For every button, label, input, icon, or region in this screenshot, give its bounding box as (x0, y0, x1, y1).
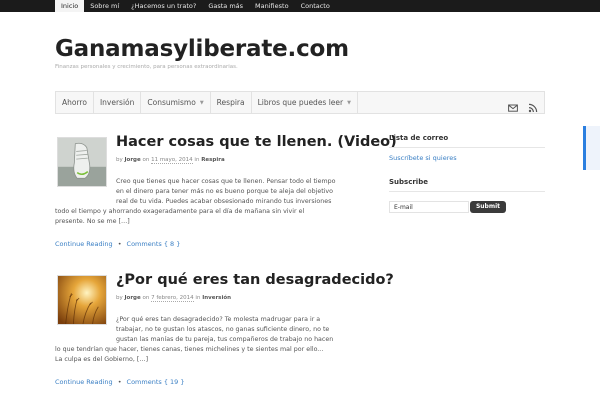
post-excerpt-line: La culpa es del Gobierno, […] (55, 356, 149, 363)
separator-bullet: • (117, 378, 122, 386)
widget-title-subscribe: Subscribe (389, 178, 428, 186)
chevron-down-icon: ▼ (347, 99, 351, 106)
post-thumbnail[interactable] (57, 275, 107, 325)
rss-icon[interactable] (528, 98, 538, 112)
post-excerpt-line: real de tu vida. Puedes acabar obsesiona… (116, 198, 332, 205)
post-meta: by Jorge on 11 mayo, 2014 in Respira (116, 157, 225, 164)
continue-reading-link[interactable]: Continue Reading (55, 240, 113, 248)
post-excerpt-line: todo el tiempo y ahorrando exageradament… (55, 208, 305, 215)
continue-reading-link[interactable]: Continue Reading (55, 378, 113, 386)
meta-in: in (194, 157, 200, 163)
topnav-gasta-mas[interactable]: Gasta más (202, 0, 249, 12)
post-excerpt-line: gustan las manías de tu pareja, tus comp… (116, 336, 334, 343)
meta-in: in (195, 295, 201, 301)
submit-button[interactable]: Submit (470, 201, 506, 213)
post-excerpt-line: lo que tendrían que hacer, tienes canas,… (55, 346, 324, 353)
email-field[interactable] (389, 201, 469, 213)
topnav-sobre-mi[interactable]: Sobre mí (84, 0, 125, 12)
comments-link[interactable]: Comments { 19 } (127, 378, 185, 386)
comments-link[interactable]: Comments { 8 } (127, 240, 181, 248)
nav-item-consumismo[interactable]: Consumismo ▼ (141, 92, 211, 113)
nav-item-label: Ahorro (62, 98, 87, 107)
topnav-inicio[interactable]: Inicio (55, 0, 85, 12)
nav-item-label: Respira (216, 98, 245, 107)
post-links: Continue Reading • Comments { 19 } (55, 378, 185, 386)
widget-title-mailing-list: Lista de correo (389, 134, 449, 142)
top-navigation-bar: Inicio Sobre mí ¿Hacemos un trato? Gasta… (0, 0, 600, 12)
meta-by: by (116, 157, 123, 163)
mail-icon[interactable] (508, 98, 518, 112)
widget-divider (389, 147, 545, 148)
site-tagline: Finanzas personales y crecimiento, para … (55, 64, 238, 70)
topnav-hacemos-un-trato[interactable]: ¿Hacemos un trato? (125, 0, 202, 12)
post-links: Continue Reading • Comments { 8 } (55, 240, 180, 248)
nav-item-label: Inversión (99, 98, 135, 107)
nav-item-label: Libros que puedes leer (257, 98, 344, 107)
post-category[interactable]: Inversión (202, 295, 231, 301)
nav-item-libros[interactable]: Libros que puedes leer ▼ (252, 92, 358, 113)
post-excerpt-line: Creo que tienes que hacer cosas que te l… (116, 178, 336, 185)
post-author[interactable]: Jorge (125, 295, 141, 301)
post-excerpt-line: ¿Por qué eres tan desagradecido? Te mole… (116, 316, 321, 323)
topnav-contacto[interactable]: Contacto (295, 0, 336, 12)
nav-item-ahorro[interactable]: Ahorro (56, 92, 94, 113)
post-excerpt-line: presente. No se me […] (55, 218, 130, 225)
post-excerpt-line: en el dinero para tener más no es bueno … (116, 188, 334, 195)
post-excerpt-line: trabajar, no te gustan los atascos, no g… (116, 326, 330, 333)
post-title[interactable]: ¿Por qué eres tan desagradecido? (116, 272, 394, 288)
topnav-manifiesto[interactable]: Manifiesto (249, 0, 295, 12)
meta-by: by (116, 295, 123, 301)
post-date: 7 febrero, 2014 (151, 295, 194, 302)
subscribe-link[interactable]: Suscríbete si quieres (389, 154, 457, 162)
separator-bullet: • (117, 240, 122, 248)
nav-item-respira[interactable]: Respira (211, 92, 252, 113)
meta-on: on (142, 295, 150, 301)
nav-item-inversion[interactable]: Inversión (94, 92, 142, 113)
widget-divider (389, 191, 545, 192)
chevron-down-icon: ▼ (199, 99, 204, 106)
post-article: ¿Por qué eres tan desagradecido? by Jorg… (55, 270, 394, 390)
post-author[interactable]: Jorge (125, 157, 141, 163)
post-meta: by Jorge on 7 febrero, 2014 in Inversión (116, 295, 231, 302)
post-article: Hacer cosas que te llenen. (Video) by Jo… (55, 132, 397, 252)
post-date: 11 mayo, 2014 (151, 157, 193, 164)
floating-side-badge[interactable] (583, 126, 600, 170)
post-title[interactable]: Hacer cosas que te llenen. (Video) (116, 134, 397, 150)
main-navigation: Ahorro Inversión Consumismo ▼ Respira Lib… (55, 91, 545, 114)
nav-item-label: Consumismo (147, 98, 196, 107)
site-title[interactable]: Ganamasyliberate.com (55, 36, 349, 62)
meta-on: on (142, 157, 150, 163)
post-category[interactable]: Respira (201, 157, 225, 163)
post-thumbnail[interactable] (57, 137, 107, 187)
